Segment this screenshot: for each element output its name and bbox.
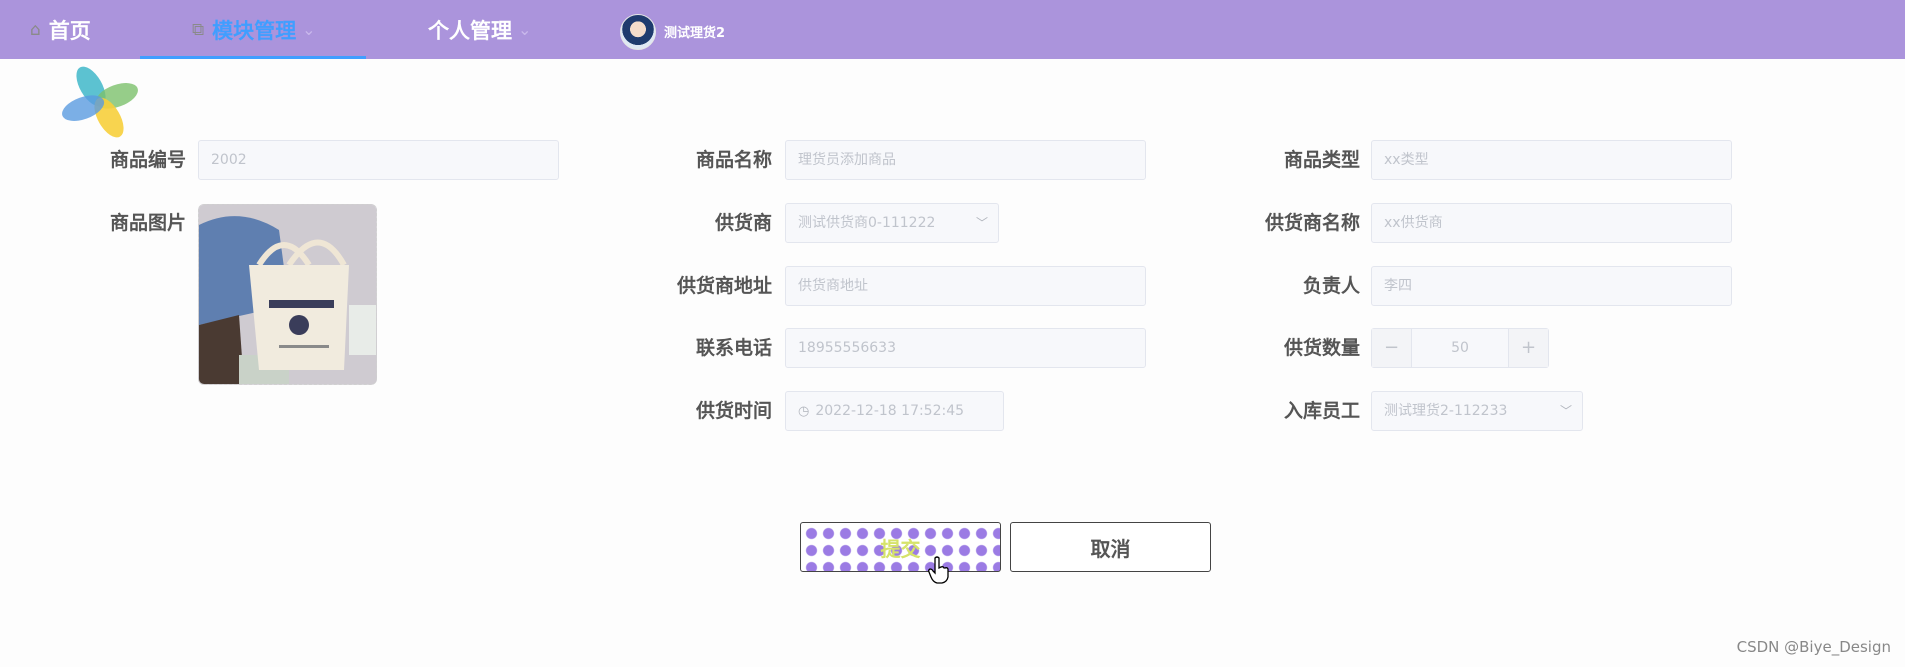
supplier-name-input[interactable]: xx供货商 bbox=[1371, 203, 1732, 243]
cancel-button[interactable]: 取消 bbox=[1010, 522, 1211, 572]
product-code-input[interactable]: 2002 bbox=[198, 140, 559, 180]
nav-home-label: 首页 bbox=[48, 18, 91, 43]
quantity-stepper[interactable]: − 50 + bbox=[1371, 328, 1549, 368]
supply-time-picker[interactable]: ◷ 2022-12-18 17:52:45 bbox=[785, 391, 1004, 431]
staff-select-value: 测试理货2-112233 bbox=[1384, 403, 1508, 419]
increment-button[interactable]: + bbox=[1508, 329, 1548, 367]
supplier-address-input[interactable]: 供货商地址 bbox=[785, 266, 1146, 306]
supplier-select[interactable]: 测试供货商0-111222 ﹀ bbox=[785, 203, 999, 243]
chevron-down-icon: ﹀ bbox=[1559, 404, 1572, 418]
watermark: CSDN @Biye_Design bbox=[1736, 638, 1891, 656]
clock-icon: ◷ bbox=[798, 404, 810, 419]
phone-label: 联系电话 bbox=[695, 337, 772, 359]
supplier-name-label: 供货商名称 bbox=[1264, 212, 1360, 234]
supply-time-label: 供货时间 bbox=[695, 400, 772, 422]
product-type-input[interactable]: xx类型 bbox=[1371, 140, 1732, 180]
supplier-address-label: 供货商地址 bbox=[676, 275, 772, 297]
avatar[interactable] bbox=[620, 14, 656, 50]
phone-input[interactable]: 18955556633 bbox=[785, 328, 1146, 368]
product-image-label: 商品图片 bbox=[109, 212, 186, 234]
staff-label: 入库员工 bbox=[1283, 400, 1360, 422]
supply-time-value: 2022-12-18 17:52:45 bbox=[815, 403, 965, 419]
hand-cursor-icon bbox=[928, 556, 949, 584]
manager-label: 负责人 bbox=[1302, 275, 1360, 297]
manager-input[interactable]: 李四 bbox=[1371, 266, 1732, 306]
nav-home[interactable]: ⌂ 首页 bbox=[30, 0, 91, 59]
nav-personal-label: 个人管理 bbox=[428, 18, 512, 43]
staff-select[interactable]: 测试理货2-112233 ﹀ bbox=[1371, 391, 1583, 431]
decrement-button[interactable]: − bbox=[1372, 329, 1412, 367]
user-name[interactable]: 测试理货2 bbox=[664, 22, 725, 41]
nav-module-management[interactable]: ⧉ 模块管理 ⌄ bbox=[140, 0, 366, 59]
copy-icon: ⧉ bbox=[192, 19, 205, 40]
quantity-label: 供货数量 bbox=[1283, 337, 1360, 359]
product-name-input[interactable]: 理货员添加商品 bbox=[785, 140, 1146, 180]
nav-module-label: 模块管理 bbox=[212, 18, 297, 43]
submit-button[interactable]: 提交 bbox=[800, 522, 1001, 572]
top-navbar: ⌂ 首页 ⧉ 模块管理 ⌄ 个人管理 ⌄ 测试理货2 bbox=[0, 0, 1905, 59]
quantity-value[interactable]: 50 bbox=[1412, 329, 1508, 367]
home-icon: ⌂ bbox=[30, 19, 41, 40]
product-code-label: 商品编号 bbox=[109, 149, 186, 171]
chevron-down-icon: ⌄ bbox=[302, 20, 316, 39]
nav-personal-management[interactable]: 个人管理 ⌄ bbox=[428, 0, 531, 59]
product-name-label: 商品名称 bbox=[695, 149, 772, 171]
product-image-upload[interactable] bbox=[198, 204, 377, 385]
supplier-label: 供货商 bbox=[714, 212, 772, 234]
supplier-select-value: 测试供货商0-111222 bbox=[798, 215, 936, 231]
product-photo bbox=[199, 205, 376, 384]
chevron-down-icon: ﹀ bbox=[975, 216, 988, 230]
product-type-label: 商品类型 bbox=[1283, 149, 1360, 171]
chevron-down-icon: ⌄ bbox=[518, 20, 532, 39]
pinwheel-logo bbox=[62, 66, 138, 138]
